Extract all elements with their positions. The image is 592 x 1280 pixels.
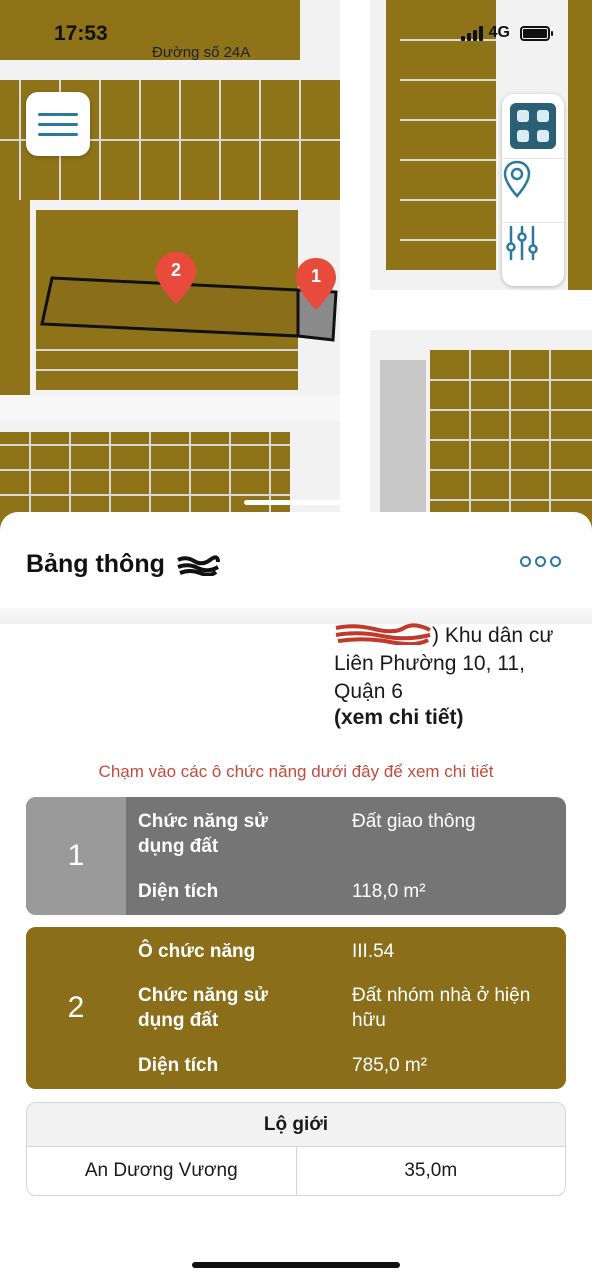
road-boundary-table: Lộ giới An Dương Vương 35,0m: [26, 1102, 566, 1196]
zone-description: ) Khu dân cư Liên Phường 10, 11, Quận 6: [334, 622, 574, 706]
map-block: [0, 200, 30, 400]
function-card-1[interactable]: 1 Chức năng sử dụng đất Đất giao thông D…: [26, 797, 566, 915]
sheet-title: Bảng thông: [26, 550, 165, 578]
layers-button[interactable]: [502, 94, 564, 158]
info-sheet: Bảng thông ) Khu dân cư Liên Phường 10, …: [0, 512, 592, 1280]
redaction-scribble: [335, 623, 431, 645]
map-tool-panel: [502, 94, 564, 286]
sheet-drag-handle[interactable]: [244, 500, 350, 505]
card-number: 2: [26, 927, 126, 1089]
map-block: [568, 0, 592, 300]
signal-icon: [460, 25, 483, 41]
row-value: Đất nhóm nhà ở hiện hữu: [352, 985, 531, 1031]
street-label: Đường số 24A: [152, 44, 251, 61]
menu-button[interactable]: [26, 92, 90, 156]
road-name: An Dương Vương: [84, 1160, 238, 1181]
card-number: 1: [26, 797, 126, 915]
table-row[interactable]: An Dương Vương 35,0m: [27, 1147, 565, 1195]
network-type: 4G: [488, 24, 510, 41]
row-value: Đất giao thông: [352, 811, 476, 832]
locate-button[interactable]: [502, 158, 564, 222]
layers-icon: [510, 103, 556, 149]
menu-icon: [38, 112, 78, 116]
view-detail-link[interactable]: (xem chi tiết): [334, 706, 464, 730]
row-value: 118,0 m²: [352, 881, 426, 902]
row-label: Diện tích: [138, 881, 219, 902]
map-pin-1-label: 1: [311, 266, 321, 286]
more-icon: [520, 556, 531, 567]
status-time: 17:53: [54, 22, 108, 45]
map-pin-2-label: 2: [171, 260, 181, 280]
more-options-button[interactable]: [520, 556, 561, 567]
road-table-header: Lộ giới: [27, 1103, 565, 1147]
row-label: Ô chức năng: [138, 941, 256, 962]
sliders-icon: [506, 225, 538, 261]
filter-button[interactable]: [502, 222, 564, 286]
row-label: Chức năng sử dụng đất: [138, 985, 268, 1031]
battery-icon: [520, 25, 553, 41]
home-indicator: [192, 1262, 400, 1268]
redaction-scribble: [177, 555, 220, 576]
row-value: 785,0 m²: [352, 1055, 427, 1076]
map-view[interactable]: 2 1 17:53 4G Đường số 24A: [0, 0, 592, 530]
row-label: Diện tích: [138, 1055, 219, 1076]
road-width: 35,0m: [295, 1147, 566, 1195]
hint-text: Chạm vào các ô chức năng dưới đây để xem…: [98, 762, 494, 781]
row-label: Chức năng sử dụng đất: [138, 811, 268, 857]
map-block: [380, 360, 426, 530]
function-card-2[interactable]: 2 Ô chức năng III.54 Chức năng sử dụng đ…: [26, 927, 566, 1089]
map-block: [0, 0, 300, 60]
location-pin-icon: [503, 160, 531, 198]
status-icons: 4G: [460, 24, 553, 42]
row-value: III.54: [352, 941, 395, 962]
